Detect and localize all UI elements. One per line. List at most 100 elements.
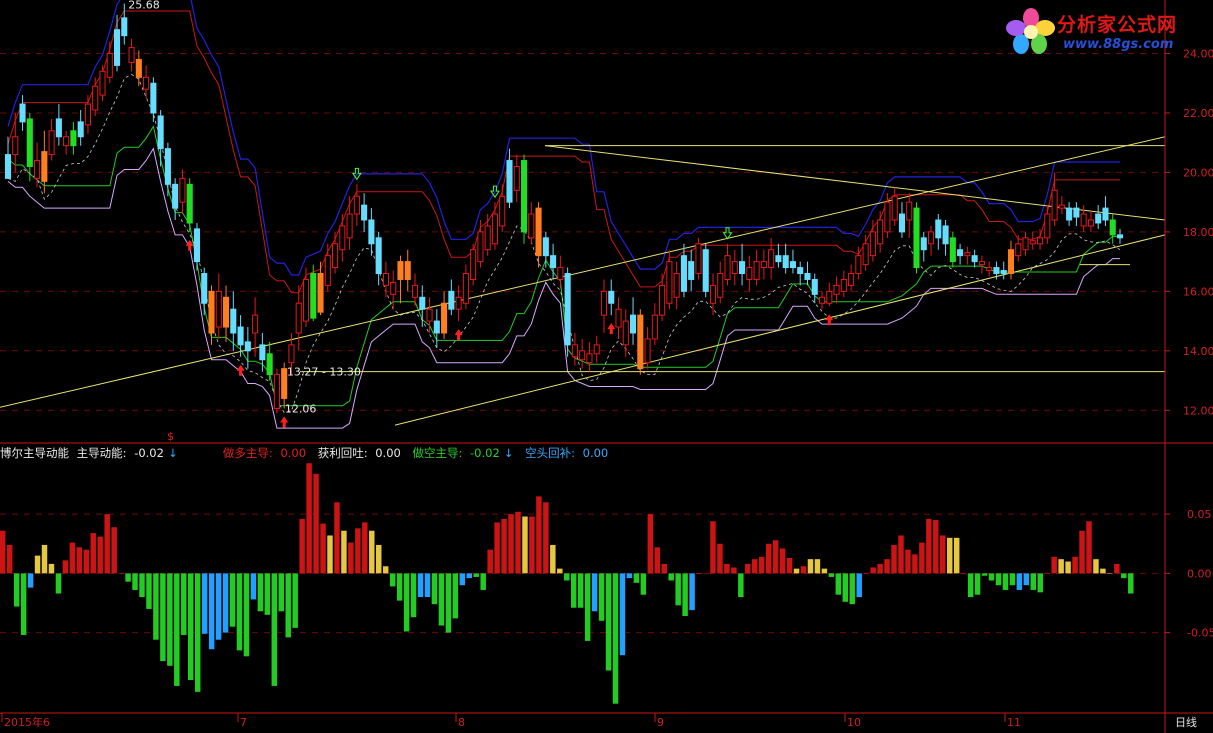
candle-body xyxy=(1022,237,1029,251)
candle-body xyxy=(753,261,760,280)
momentum-bar xyxy=(153,573,159,640)
candle xyxy=(724,243,731,286)
candle-body xyxy=(630,314,637,334)
candle xyxy=(484,214,491,256)
buy-arrow-icon xyxy=(280,416,289,428)
y-tick-label: 16.00 xyxy=(1183,285,1213,298)
momentum-bar xyxy=(543,502,549,574)
momentum-bar xyxy=(181,573,187,635)
momentum-bar xyxy=(97,536,103,574)
candle-body xyxy=(1051,189,1058,221)
price-annotation: 12.06 xyxy=(285,402,317,415)
momentum-bar xyxy=(382,566,389,574)
candle xyxy=(135,50,142,87)
candle xyxy=(477,220,484,268)
candle xyxy=(884,193,891,238)
candle-body xyxy=(797,267,804,275)
momentum-bar xyxy=(598,573,605,621)
candle-body xyxy=(557,267,564,280)
candle-body xyxy=(957,249,964,257)
candle xyxy=(840,270,847,298)
momentum-bar xyxy=(919,542,925,574)
candle-body xyxy=(869,231,876,257)
candle xyxy=(426,297,433,333)
momentum-bar xyxy=(703,573,709,574)
candle xyxy=(244,327,251,369)
candle-body xyxy=(208,290,215,334)
candle-body xyxy=(520,160,528,233)
momentum-bar xyxy=(6,544,13,574)
candle-body xyxy=(426,308,433,322)
candle xyxy=(295,285,302,351)
momentum-bar xyxy=(1107,573,1113,574)
y-tick-label: 18.00 xyxy=(1183,226,1213,239)
candle-body xyxy=(375,237,382,275)
momentum-bar xyxy=(48,563,55,574)
momentum-bar xyxy=(884,559,890,574)
candle-body xyxy=(470,249,477,280)
momentum-bar xyxy=(341,530,347,574)
momentum-bar xyxy=(863,573,869,574)
momentum-bar xyxy=(257,573,264,612)
candle-body xyxy=(651,314,658,340)
candle xyxy=(557,255,564,289)
candle-body xyxy=(491,213,498,245)
momentum-bar xyxy=(995,573,1002,586)
candle-body xyxy=(1080,213,1087,227)
candle-body xyxy=(477,231,484,263)
candle-body xyxy=(1066,207,1073,221)
candle xyxy=(63,130,70,155)
candle-body xyxy=(317,273,324,313)
candle-body xyxy=(201,273,208,304)
momentum-bar xyxy=(515,511,521,574)
momentum-bar xyxy=(215,573,222,640)
candle xyxy=(172,178,179,220)
candle-body xyxy=(390,281,397,295)
candle xyxy=(106,41,113,84)
candle-body xyxy=(462,273,469,304)
candle-body xyxy=(920,237,927,251)
candle-body xyxy=(310,273,317,319)
momentum-bar xyxy=(76,547,83,574)
momentum-bar xyxy=(877,563,883,574)
candle xyxy=(1066,202,1073,226)
momentum-bar xyxy=(452,573,459,619)
candle xyxy=(898,202,906,238)
candle-body xyxy=(332,243,339,269)
candle xyxy=(564,267,571,357)
candle-body xyxy=(164,148,171,185)
momentum-bar xyxy=(905,549,911,574)
candle-body xyxy=(615,308,622,328)
momentum-bar xyxy=(194,573,201,692)
candle xyxy=(215,273,222,339)
signal-arrows: 25.68 13.27 - 13.30 12.06 xyxy=(128,0,834,428)
candle xyxy=(1087,211,1094,232)
candle-body xyxy=(222,296,230,328)
momentum-bar xyxy=(661,563,667,574)
candle-body xyxy=(324,255,331,286)
candle-body xyxy=(731,261,738,275)
momentum-bar xyxy=(940,535,946,574)
candle xyxy=(622,309,629,357)
momentum-bar xyxy=(83,549,90,574)
momentum-bar xyxy=(668,573,674,581)
candle xyxy=(19,95,26,131)
candle-body xyxy=(877,219,884,245)
momentum-bar xyxy=(696,573,702,574)
candle-body xyxy=(128,47,135,63)
candle xyxy=(651,303,658,345)
momentum-bar xyxy=(1037,573,1043,593)
x-tick-label: 9 xyxy=(657,716,664,729)
momentum-bar xyxy=(118,573,124,574)
candle xyxy=(441,291,448,339)
momentum-bar xyxy=(1030,573,1037,590)
candle xyxy=(397,255,404,304)
momentum-bar xyxy=(626,573,633,579)
candle-body xyxy=(179,177,186,203)
candle xyxy=(128,38,135,72)
momentum-bar xyxy=(842,573,849,602)
momentum-bar xyxy=(557,568,563,574)
momentum-bar xyxy=(912,554,918,574)
site-logo: 分析家公式网 www.88gs.com xyxy=(1005,4,1205,58)
y-tick-label: 14.00 xyxy=(1183,345,1213,358)
